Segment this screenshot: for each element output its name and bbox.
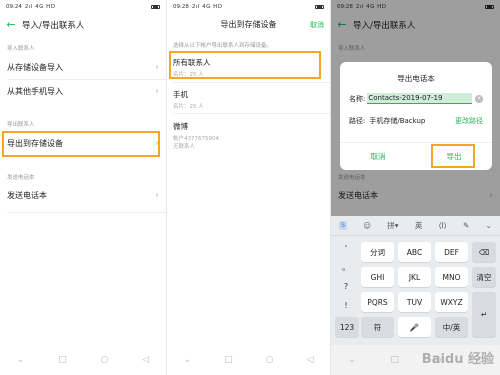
status-time: 09:24: [6, 4, 22, 10]
key-symbols[interactable]: 符: [361, 317, 394, 337]
key-apostrophe[interactable]: ': [335, 240, 357, 256]
dialog-title: 导出电话本: [397, 74, 435, 83]
recent-nav-icon[interactable]: ○: [266, 355, 274, 365]
battery-icon: [315, 4, 324, 10]
pinyin-toggle[interactable]: 拼▾: [387, 220, 398, 231]
hide-keyboard-icon[interactable]: ⌄: [486, 221, 492, 230]
option-title: 微博: [173, 122, 188, 131]
key-exclamation[interactable]: !: [335, 297, 357, 313]
title-bar: ← 导入/导出联系人: [0, 14, 166, 36]
row-label: 从其他手机导入: [7, 86, 63, 96]
status-bar: 09:28 2ıl 4G HD: [167, 0, 330, 14]
section-export-label: 导出联系人: [7, 122, 35, 128]
path-value: 手机存储/Backup: [369, 117, 426, 125]
import-from-storage-item[interactable]: 从存储设备导入 ›: [0, 55, 166, 79]
change-path-link[interactable]: 更改路径: [455, 116, 483, 126]
sogou-logo-icon[interactable]: S: [339, 221, 347, 230]
emoji-icon[interactable]: ☺: [363, 221, 371, 230]
status-signal: 2ıl 4G HD: [24, 4, 56, 10]
title-bar: 导出到存储设备 取消: [167, 14, 330, 36]
key-wxyz[interactable]: WXYZ: [435, 292, 468, 312]
backspace-key[interactable]: ⌫: [472, 242, 496, 262]
edit-icon[interactable]: ✎: [463, 221, 469, 230]
enter-icon: ↵: [480, 310, 488, 319]
key-mno[interactable]: MNO: [435, 267, 468, 287]
status-bar: 09:24 2ıl 4G HD: [0, 0, 166, 14]
status-signal: 2ıl 4G HD: [191, 4, 223, 10]
key-ghi[interactable]: GHI: [361, 267, 394, 287]
hint-text: 选择从以下帐户导出联系人到存储设备。: [173, 43, 273, 49]
section-send-label: 发送电话本: [7, 175, 35, 181]
export-dialog-screen: 09:28 2ıl 4G HD ← 导入/导出联系人 导入联系人 发送电话本 发…: [331, 0, 500, 375]
row-label: 从存储设备导入: [7, 62, 63, 72]
highlight-box: [431, 144, 475, 168]
key-123[interactable]: 123: [335, 317, 359, 337]
backspace-icon: ⌫: [478, 247, 490, 257]
divider: [7, 212, 166, 213]
nav-bar: ⌄ □ ○ ◁: [0, 345, 166, 375]
path-label: 路径:: [349, 117, 366, 125]
nav-bar: ⌄ □ ○ ◁: [167, 345, 330, 375]
divider: [173, 82, 330, 83]
name-row: 名称: Contacts-2019-07-19 ×: [349, 93, 483, 104]
account-option-weibo[interactable]: 微博 帐户4377675904 无联系人: [173, 121, 324, 150]
highlight-box: [2, 131, 160, 157]
key-jkl[interactable]: JKL: [398, 267, 431, 287]
home-nav-icon[interactable]: □: [390, 355, 399, 365]
cursor-icon[interactable]: ⟨I⟩: [439, 221, 447, 230]
account-option-phone[interactable]: 手机 名片：25 人: [173, 89, 324, 110]
section-import-label: 导入联系人: [7, 46, 35, 52]
name-label: 名称:: [349, 94, 366, 103]
filename-input[interactable]: Contacts-2019-07-19: [367, 93, 472, 104]
key-segment[interactable]: 分词: [361, 242, 394, 262]
export-to-storage-screen: 09:28 2ıl 4G HD 导出到存储设备 取消 选择从以下帐户导出联系人到…: [167, 0, 330, 375]
divider: [173, 113, 330, 114]
mic-icon: 🎤: [409, 322, 420, 332]
recent-nav-icon[interactable]: ○: [101, 355, 109, 365]
path-row: 路径: 手机存储/Backup 更改路径: [349, 116, 483, 126]
home-nav-icon[interactable]: □: [224, 355, 233, 365]
send-phonebook-item[interactable]: 发送电话本 ›: [0, 183, 166, 207]
space-key[interactable]: 🎤: [398, 317, 431, 337]
chevron-right-icon: ›: [155, 189, 159, 201]
home-nav-icon[interactable]: □: [58, 355, 67, 365]
menu-nav-icon[interactable]: ⌄: [348, 355, 356, 365]
back-arrow-icon[interactable]: ←: [0, 14, 22, 36]
option-subtitle: 帐户4377675904 无联系人: [173, 136, 219, 150]
cancel-button[interactable]: 取消: [340, 143, 416, 170]
clear-key[interactable]: 清空: [472, 267, 496, 287]
page-title: 导入/导出联系人: [22, 21, 85, 31]
key-period[interactable]: 。: [335, 259, 357, 275]
keyboard: S ☺ 拼▾ 英 ⟨I⟩ ✎ ⌄ ' 。 ? ! 分词 ABC DEF ⌫ GH…: [331, 216, 500, 345]
option-title: 手机: [173, 90, 188, 99]
battery-icon: [151, 4, 160, 10]
back-nav-icon[interactable]: ◁: [307, 355, 314, 365]
cancel-button[interactable]: 取消: [310, 14, 324, 36]
back-nav-icon[interactable]: ◁: [142, 355, 149, 365]
clear-icon[interactable]: ×: [475, 94, 483, 103]
key-def[interactable]: DEF: [435, 242, 468, 262]
key-pqrs[interactable]: PQRS: [361, 292, 394, 312]
key-lang-switch[interactable]: 中/英: [435, 317, 468, 337]
menu-nav-icon[interactable]: ⌄: [184, 355, 192, 365]
keyboard-toolbar: S ☺ 拼▾ 英 ⟨I⟩ ✎ ⌄: [331, 216, 500, 236]
english-toggle[interactable]: 英: [415, 220, 423, 231]
status-time: 09:28: [173, 4, 189, 10]
chevron-right-icon: ›: [155, 85, 159, 97]
page-title: 导出到存储设备: [220, 20, 277, 29]
import-export-screen: 09:24 2ıl 4G HD ← 导入/导出联系人 导入联系人 从存储设备导入…: [0, 0, 166, 375]
enter-key[interactable]: ↵: [472, 292, 496, 337]
option-subtitle: 名片：25 人: [173, 104, 204, 110]
row-label: 发送电话本: [7, 190, 47, 200]
baidu-watermark: Baidu 经验: [421, 352, 494, 367]
key-tuv[interactable]: TUV: [398, 292, 431, 312]
import-from-phone-item[interactable]: 从其他手机导入 ›: [0, 79, 166, 103]
key-question[interactable]: ?: [335, 278, 357, 294]
chevron-right-icon: ›: [155, 61, 159, 73]
menu-nav-icon[interactable]: ⌄: [17, 355, 25, 365]
key-abc[interactable]: ABC: [398, 242, 431, 262]
highlight-box: [169, 51, 321, 79]
